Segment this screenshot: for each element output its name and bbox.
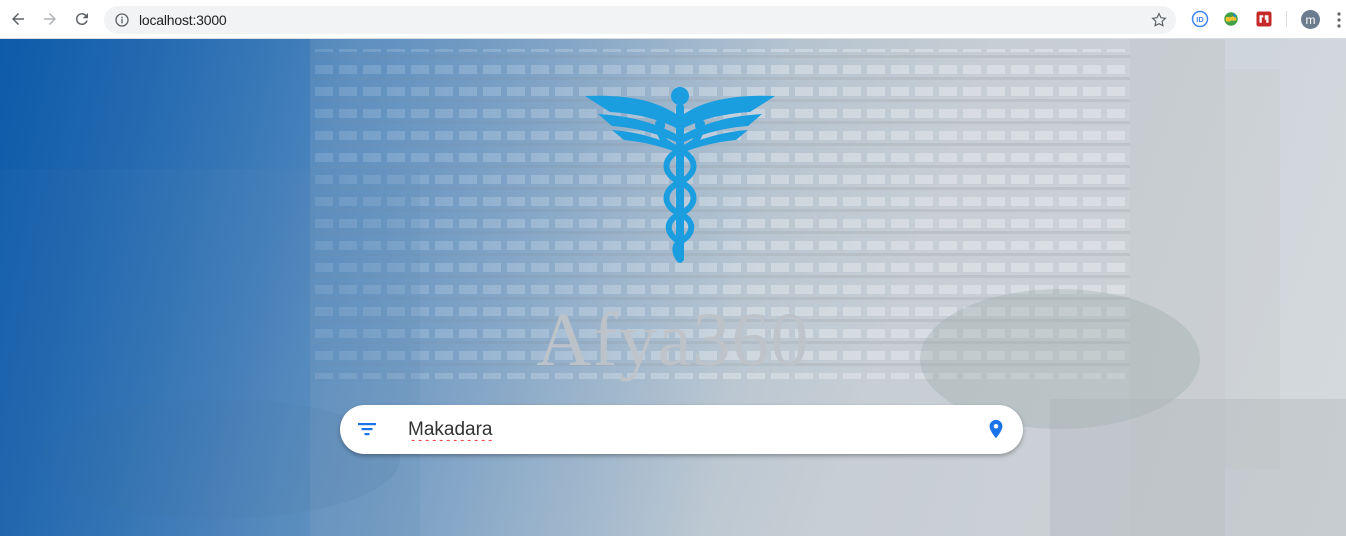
info-icon[interactable] [114,12,130,28]
more-vert-icon[interactable] [1336,11,1342,29]
extension-earth-icon[interactable] [1222,10,1240,28]
back-arrow-icon[interactable] [7,8,29,30]
toolbar-separator [1286,11,1287,27]
url-text: localhost:3000 [139,12,227,28]
profile-avatar[interactable]: m [1301,10,1320,29]
forward-arrow-icon[interactable] [39,8,61,30]
bookmark-star-icon[interactable] [1150,11,1168,29]
filter-icon[interactable] [357,419,377,439]
extension-id-icon[interactable]: ID [1191,10,1209,28]
location-pin-icon[interactable] [985,417,1007,441]
browser-toolbar: localhost:3000 ID m [0,0,1346,39]
caduceus-icon [585,87,775,263]
extension-red-icon[interactable] [1255,10,1273,28]
landing-page: Afya360 [0,39,1346,536]
search-bar[interactable] [340,405,1023,454]
address-bar[interactable]: localhost:3000 [104,6,1176,34]
svg-text:ID: ID [1196,15,1204,24]
location-search-input[interactable] [408,415,968,445]
reload-icon[interactable] [71,8,93,30]
brand-title: Afya360 [536,298,810,382]
